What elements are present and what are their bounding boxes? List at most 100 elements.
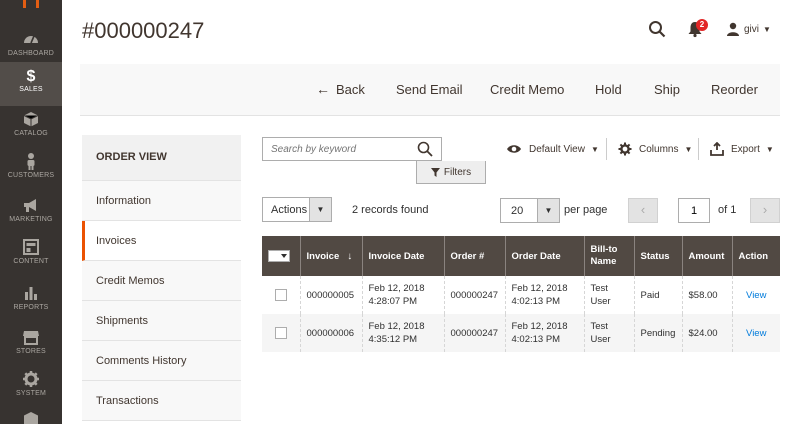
name-line: Test — [590, 321, 608, 332]
view-link[interactable]: View — [746, 290, 766, 301]
column-header-action: Action — [732, 236, 780, 276]
row-select-cell — [262, 314, 301, 352]
invoice-date-cell: Feb 12, 2018 4:35:12 PM — [362, 314, 445, 352]
columns-control[interactable]: Columns ▼ — [618, 142, 692, 156]
page-title: #000000247 — [82, 18, 205, 43]
user-icon — [727, 22, 739, 36]
back-button[interactable]: Back — [336, 82, 365, 97]
menu-label: Customers — [7, 172, 55, 179]
ship-button[interactable]: Ship — [654, 82, 680, 97]
chevron-down-icon: ▼ — [763, 24, 771, 34]
toolbar-divider — [606, 138, 607, 160]
mass-select-header[interactable] — [262, 236, 301, 276]
dashboard-icon — [24, 35, 38, 44]
mass-actions-label: Actions — [271, 204, 308, 216]
sort-down-arrow-icon: ↓ — [347, 250, 353, 262]
search-icon[interactable] — [648, 20, 666, 38]
per-page-value: 20 — [511, 205, 524, 217]
chevron-down-icon: ▼ — [684, 144, 693, 154]
tab-credit-memos[interactable]: Credit Memos — [82, 261, 241, 301]
tab-shipments[interactable]: Shipments — [82, 301, 241, 341]
action-cell: View — [732, 276, 780, 314]
invoices-grid: Invoice ↓ Invoice Date Order # Order Date… — [262, 236, 780, 352]
amount-cell: $58.00 — [682, 276, 733, 314]
export-icon — [710, 142, 724, 156]
tab-information[interactable]: Information — [82, 181, 241, 221]
chevron-right-icon: › — [762, 202, 768, 217]
columns-label: Columns — [639, 143, 679, 155]
next-page-button[interactable]: › — [750, 198, 780, 223]
order-view-tabs: ORDER VIEW Information Invoices Credit M… — [82, 135, 241, 421]
view-switcher[interactable]: Default View ▼ — [506, 142, 599, 156]
row-checkbox[interactable] — [274, 288, 287, 301]
per-page-label: per page — [564, 204, 608, 216]
bill-to-name-cell: Test User — [584, 276, 635, 314]
column-header-invoice[interactable]: Invoice ↓ — [300, 236, 363, 276]
column-header-order-date[interactable]: Order Date — [505, 236, 585, 276]
box-icon — [23, 112, 39, 127]
bar-chart-icon — [25, 287, 37, 300]
column-header-invoice-date[interactable]: Invoice Date — [362, 236, 445, 276]
invoice-date-cell: Feb 12, 2018 4:28:07 PM — [362, 276, 445, 314]
order-number-cell: 000000247 — [444, 314, 506, 352]
name-line: User — [590, 334, 611, 345]
tab-invoices[interactable]: Invoices — [82, 221, 241, 261]
column-header-order-number[interactable]: Order # — [444, 236, 506, 276]
user-menu[interactable]: givi ▼ — [726, 20, 771, 38]
view-link[interactable]: View — [746, 328, 766, 339]
keyword-search-input[interactable] — [263, 138, 408, 160]
name-line: Test — [590, 283, 608, 294]
gear-icon — [618, 142, 632, 156]
send-email-button[interactable]: Send Email — [396, 82, 462, 97]
layout-icon — [23, 239, 39, 255]
menu-label: Content — [13, 258, 49, 265]
credit-memo-button[interactable]: Credit Memo — [490, 82, 564, 97]
menu-item-marketing[interactable]: Marketing — [0, 192, 62, 236]
menu-label: Dashboard — [7, 50, 55, 57]
admin-menu: Dashboard $ Sales Catalog Customers Mark… — [0, 0, 62, 424]
chevron-down-icon: ▼ — [765, 144, 774, 154]
time-line: 4:28:07 PM — [368, 296, 418, 307]
chevron-left-icon: ‹ — [640, 202, 646, 217]
previous-page-button[interactable]: ‹ — [628, 198, 658, 223]
hold-button[interactable]: Hold — [595, 82, 622, 97]
row-checkbox[interactable] — [274, 326, 287, 339]
menu-label: System — [16, 390, 46, 397]
date-line: Feb 12, 2018 — [368, 283, 425, 294]
menu-item-sales[interactable]: $ Sales — [0, 62, 62, 106]
menu-item-reports[interactable]: Reports — [0, 280, 62, 324]
funnel-icon — [430, 167, 440, 177]
mass-select-checkbox[interactable] — [268, 250, 290, 262]
mass-actions-dropdown[interactable]: Actions ▼ — [262, 197, 332, 222]
time-line: 4:02:13 PM — [511, 296, 561, 307]
find-partners-icon[interactable] — [22, 410, 40, 424]
date-line: Feb 12, 2018 — [511, 321, 568, 332]
export-control[interactable]: Export ▼ — [710, 142, 774, 156]
per-page-select[interactable]: 20 ▼ — [500, 198, 560, 223]
filters-label: Filters — [443, 166, 472, 178]
search-icon[interactable] — [417, 141, 433, 157]
column-header-status[interactable]: Status — [634, 236, 683, 276]
reorder-button[interactable]: Reorder — [711, 82, 758, 97]
column-header-bill-to-name[interactable]: Bill-to Name — [584, 236, 635, 276]
filters-button[interactable]: Filters — [416, 161, 486, 184]
menu-label: Stores — [16, 348, 46, 355]
magento-logo-icon[interactable] — [22, 0, 40, 8]
order-date-cell: Feb 12, 2018 4:02:13 PM — [505, 276, 585, 314]
column-header-amount[interactable]: Amount — [682, 236, 733, 276]
menu-item-content[interactable]: Content — [0, 234, 62, 278]
menu-item-system[interactable]: System — [0, 366, 62, 410]
megaphone-icon — [24, 199, 36, 212]
svg-text:$: $ — [27, 68, 36, 84]
tab-transactions[interactable]: Transactions — [82, 381, 241, 421]
tab-comments-history[interactable]: Comments History — [82, 341, 241, 381]
status-cell: Paid — [634, 276, 683, 314]
menu-item-catalog[interactable]: Catalog — [0, 106, 62, 150]
table-row: 000000006 Feb 12, 2018 4:35:12 PM 0000002… — [262, 314, 780, 352]
menu-item-customers[interactable]: Customers — [0, 148, 62, 192]
keyword-search — [262, 137, 442, 161]
menu-label: Catalog — [14, 130, 48, 137]
order-number-cell: 000000247 — [444, 276, 506, 314]
menu-item-stores[interactable]: Stores — [0, 324, 62, 368]
page-number-input[interactable] — [678, 198, 710, 223]
